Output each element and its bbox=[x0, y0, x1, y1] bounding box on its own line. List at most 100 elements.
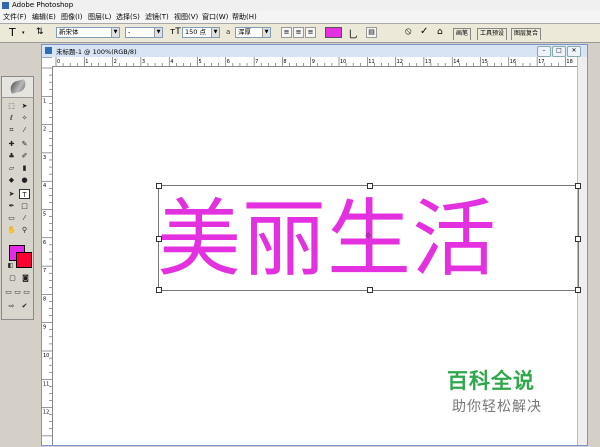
chevron-down-icon: ▼ bbox=[111, 28, 119, 37]
transform-handle[interactable] bbox=[156, 183, 162, 189]
eraser-tool-icon[interactable]: ▱ bbox=[6, 163, 17, 173]
menu-filter[interactable]: 滤镜(T) bbox=[145, 12, 169, 22]
watermark-title: 百科全说 bbox=[447, 369, 535, 393]
ruler-label: 5 bbox=[199, 59, 202, 65]
ruler-label: 9 bbox=[312, 59, 315, 65]
zoom-tool-icon[interactable]: ⚲ bbox=[19, 225, 30, 235]
path-selection-tool-icon[interactable]: ➤ bbox=[6, 189, 17, 199]
cancel-icon[interactable]: ⦸ bbox=[405, 26, 412, 37]
menu-window[interactable]: 窗口(W) bbox=[202, 12, 228, 22]
ruler-label: 8 bbox=[283, 59, 286, 65]
magic-wand-tool-icon[interactable]: ✧ bbox=[19, 113, 30, 123]
menu-view[interactable]: 视图(V) bbox=[174, 12, 198, 22]
tools-panel: ⬚ ➤ ℓ ✧ ⌗ ⁄ ✚ ✎ ♣ ✐ ▱ ▮ ◆ ● ➤ T ✒ □ ▭ ⁄ … bbox=[1, 76, 34, 320]
shape-tool-icon[interactable]: □ bbox=[19, 201, 30, 211]
ruler-label: 16 bbox=[510, 59, 516, 65]
align-center-button[interactable]: ≡ bbox=[293, 27, 304, 38]
ruler-label: 12 bbox=[43, 410, 49, 416]
move-tool-icon[interactable]: ➤ bbox=[19, 101, 30, 111]
ruler-label: 6 bbox=[227, 59, 230, 65]
font-style-select[interactable]: - ▼ bbox=[125, 27, 163, 38]
transform-handle[interactable] bbox=[575, 236, 581, 242]
tab-brushes[interactable]: 画笔 bbox=[453, 28, 472, 40]
gradient-tool-icon[interactable]: ▮ bbox=[19, 163, 30, 173]
hand-tool-icon[interactable]: ✋ bbox=[6, 225, 17, 235]
marquee-tool-icon[interactable]: ⬚ bbox=[6, 101, 17, 111]
tab-tool-presets[interactable]: 工具预设 bbox=[477, 28, 508, 40]
jump-to-imageready-icon[interactable]: ⇨ bbox=[6, 301, 17, 311]
ruler-label: 2 bbox=[43, 127, 46, 133]
document-icon bbox=[45, 47, 52, 54]
chevron-down-icon: ▼ bbox=[262, 28, 270, 37]
pen-tool-icon[interactable]: ✒ bbox=[6, 201, 17, 211]
ruler-label: 10 bbox=[43, 353, 49, 359]
ruler-label: 11 bbox=[368, 59, 374, 65]
slice-tool-icon[interactable]: ⁄ bbox=[19, 125, 30, 135]
menu-edit[interactable]: 编辑(E) bbox=[32, 12, 56, 22]
ruler-label: 4 bbox=[43, 183, 46, 189]
type-tool-icon[interactable]: T bbox=[19, 189, 30, 199]
screen-mode-full-menu-icon[interactable]: ▭ bbox=[13, 287, 22, 297]
menu-image[interactable]: 图像(I) bbox=[61, 12, 83, 22]
align-left-button[interactable]: ≡ bbox=[281, 27, 292, 38]
close-button[interactable]: ✕ bbox=[567, 46, 581, 57]
vertical-ruler-ticks: 123456789101112 bbox=[42, 67, 52, 437]
watermark-subtitle: 助你轻松解决 bbox=[452, 399, 542, 415]
maximize-button[interactable]: □ bbox=[552, 46, 566, 57]
transform-handle[interactable] bbox=[156, 287, 162, 293]
dodge-tool-icon[interactable]: ● bbox=[19, 175, 30, 185]
chevron-down-icon[interactable]: ▾ bbox=[22, 30, 25, 36]
menu-layer[interactable]: 图层(L) bbox=[88, 12, 111, 22]
default-colors-icon[interactable]: ◧ bbox=[5, 261, 16, 271]
transform-handle[interactable] bbox=[367, 287, 373, 293]
transform-handle[interactable] bbox=[575, 183, 581, 189]
antialias-value: 浑厚 bbox=[238, 28, 251, 36]
tab-layer-comps[interactable]: 图层复合 bbox=[511, 28, 542, 40]
minimize-button[interactable]: – bbox=[537, 46, 551, 57]
menu-select[interactable]: 选择(S) bbox=[116, 12, 140, 22]
history-brush-tool-icon[interactable]: ✐ bbox=[19, 151, 30, 161]
ruler-label: 13 bbox=[425, 59, 431, 65]
ruler-label: 8 bbox=[43, 296, 46, 302]
clone-stamp-tool-icon[interactable]: ♣ bbox=[6, 151, 17, 161]
ruler-label: 18 bbox=[566, 59, 572, 65]
antialias-glyph: a bbox=[226, 28, 231, 36]
font-size-select[interactable]: 150 点 ▼ bbox=[182, 27, 220, 38]
healing-brush-tool-icon[interactable]: ✚ bbox=[6, 139, 17, 149]
ruler-label: 4 bbox=[170, 59, 173, 65]
palettes-button[interactable]: ▤ bbox=[366, 27, 377, 38]
lasso-tool-icon[interactable]: ℓ bbox=[6, 113, 17, 123]
quick-mask-icon[interactable]: ◙ bbox=[20, 273, 31, 283]
blur-tool-icon[interactable]: ◆ bbox=[6, 175, 17, 185]
text-orientation-icon[interactable]: ⇅ bbox=[36, 27, 44, 37]
commit-icon[interactable]: ✓ bbox=[420, 26, 428, 37]
standard-mode-icon[interactable]: ▢ bbox=[7, 273, 18, 283]
text-color-swatch[interactable] bbox=[325, 27, 342, 38]
antialias-icon: a bbox=[226, 28, 230, 36]
transform-handle[interactable] bbox=[575, 287, 581, 293]
menu-file[interactable]: 文件(F) bbox=[3, 12, 27, 22]
notes-tool-icon[interactable]: ▭ bbox=[6, 213, 17, 223]
ruler-label: 7 bbox=[43, 268, 46, 274]
crop-tool-icon[interactable]: ⌗ bbox=[6, 125, 17, 135]
options-bar: T ▾ ⇅ 新宋体 ▼ - ▼ ᴛT 150 点 ▼ a 浑厚 ▼ ≡ ≡ ≡ … bbox=[0, 24, 600, 43]
transform-handle[interactable] bbox=[156, 236, 162, 242]
transform-handle[interactable] bbox=[367, 183, 373, 189]
imageready-icon[interactable]: ✔ bbox=[19, 301, 30, 311]
palette-well-icon[interactable]: ⌂ bbox=[437, 27, 443, 37]
menu-bar: 文件(F) 编辑(E) 图像(I) 图层(L) 选择(S) 滤镜(T) 视图(V… bbox=[0, 11, 600, 24]
screen-mode-standard-icon[interactable]: ▭ bbox=[4, 287, 13, 297]
chevron-down-icon: ▼ bbox=[154, 28, 162, 37]
warp-text-icon[interactable]: ⺃ bbox=[348, 26, 358, 41]
horizontal-ruler: 0 1 2 3 4 5 6 7 8 9 10 11 12 13 14 15 16 17 18 bbox=[52, 57, 578, 67]
brush-tool-icon[interactable]: ✎ bbox=[19, 139, 30, 149]
antialias-select[interactable]: 浑厚 ▼ bbox=[235, 27, 271, 38]
background-color-swatch[interactable] bbox=[16, 252, 32, 268]
font-family-value: 新宋体 bbox=[59, 28, 79, 36]
text-tool-icon[interactable]: T bbox=[9, 26, 16, 39]
screen-mode-full-icon[interactable]: ▭ bbox=[22, 287, 31, 297]
eyedropper-tool-icon[interactable]: ⁄ bbox=[19, 213, 30, 223]
align-right-button[interactable]: ≡ bbox=[305, 27, 316, 38]
menu-help[interactable]: 帮助(H) bbox=[232, 12, 257, 22]
font-family-select[interactable]: 新宋体 ▼ bbox=[56, 27, 120, 38]
